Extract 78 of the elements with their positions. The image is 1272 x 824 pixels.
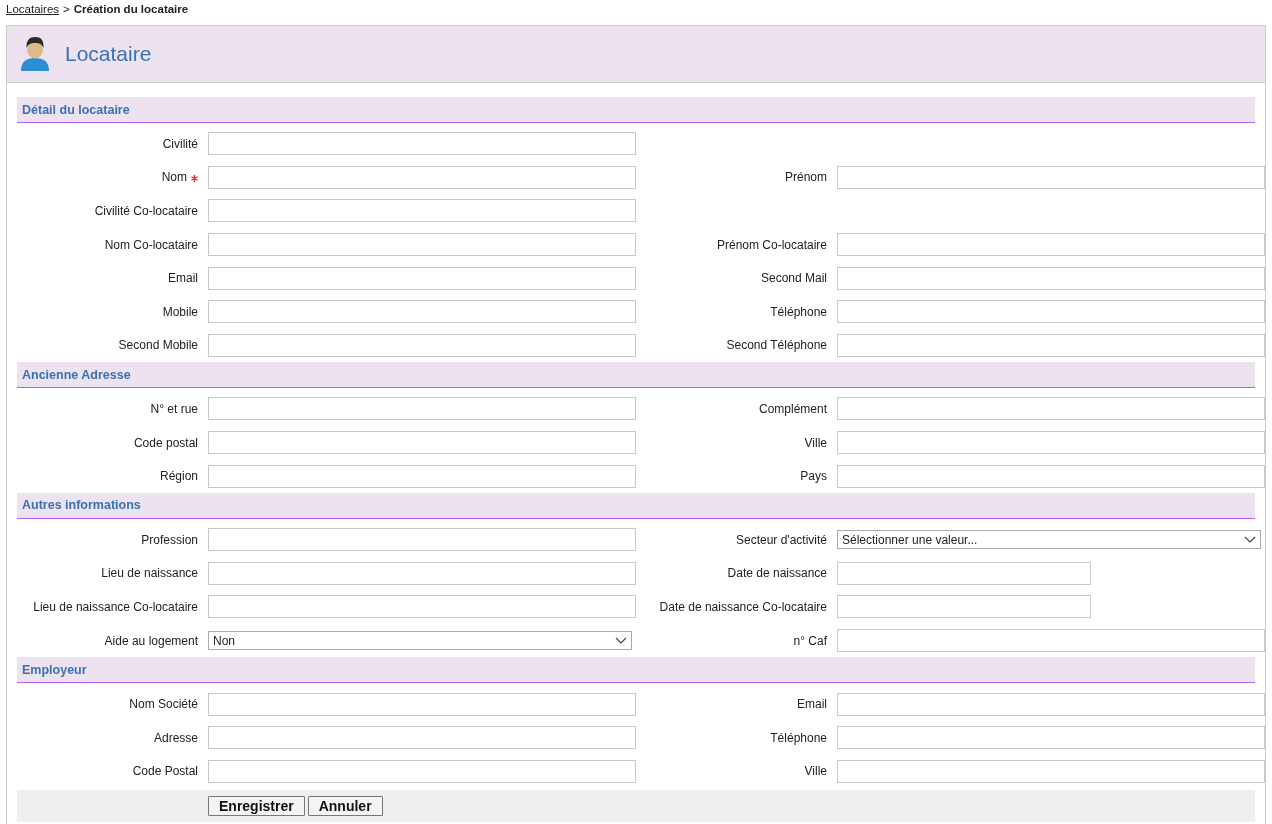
field-label: Adresse [153,730,198,745]
input-field[interactable] [208,759,636,783]
field-label: Complément [758,401,827,416]
input-field[interactable] [208,464,636,488]
input-field[interactable] [837,165,1265,189]
input-field[interactable] [837,759,1265,783]
input-field[interactable] [208,692,636,716]
input-field[interactable] [837,431,1265,455]
user-avatar-icon [19,36,51,72]
breadcrumb-separator: > [63,3,70,15]
input-field[interactable] [837,300,1265,324]
field-label: Prénom [784,170,827,185]
page-title: Locataire [65,42,152,66]
chevron-down-icon [615,636,627,645]
field-label: Civilité Co-locataire [94,204,198,218]
breadcrumb-link[interactable]: Locataires [6,3,60,15]
field-label: Second Mail [760,271,827,286]
input-field[interactable] [208,561,636,585]
field-label: Lieu de naissance Co-locataire [33,599,198,614]
field-label: Mobile [162,304,198,319]
input-field[interactable] [208,199,636,223]
field-label: n° Caf [793,633,827,648]
input-field[interactable] [208,233,636,257]
section-title: Autres informations [22,498,141,513]
field-label: Prénom Co-locataire [716,237,827,252]
input-field[interactable] [837,629,1265,652]
input-field[interactable] [837,233,1265,257]
field-label: Code postal [133,435,198,450]
input-field[interactable] [208,726,636,750]
input-field[interactable] [208,132,636,156]
field-label: Secteur d'activité [736,532,827,547]
input-field[interactable] [208,595,636,619]
field-label: Lieu de naissance [101,566,198,581]
date-input-field[interactable] [837,595,1091,619]
field-label: Nom Co-locataire [104,237,198,252]
section-title: Détail du locataire [22,102,130,117]
required-asterisk-icon [191,174,198,182]
input-field[interactable] [208,528,636,552]
section-title: Ancienne Adresse [22,367,131,382]
field-label: Code Postal [132,764,198,779]
input-field[interactable] [208,266,636,290]
field-label: Email [168,271,198,286]
input-field[interactable] [837,464,1265,488]
dropdown[interactable]: Non [208,631,632,650]
field-label: Profession [141,532,198,547]
field-label: Ville [804,764,827,779]
dropdown[interactable]: Sélectionner une valeur... [837,530,1261,550]
field-label: Civilité [162,136,198,151]
breadcrumb-current: Création du locataire [73,3,189,15]
input-field[interactable] [208,333,636,357]
input-field[interactable] [208,397,636,421]
field-label: Date de naissance [727,566,827,581]
input-field[interactable] [837,333,1265,357]
input-field[interactable] [837,692,1265,716]
input-field[interactable] [208,165,636,189]
field-label: Second Téléphone [726,338,827,353]
field-label: Téléphone [770,730,827,745]
section-title: Employeur [22,662,87,677]
input-field[interactable] [837,397,1265,421]
date-input-field[interactable] [837,561,1091,585]
chevron-down-icon [1244,535,1256,544]
save-button[interactable]: Enregistrer [208,796,305,817]
field-label: Ville [804,435,827,450]
input-field[interactable] [837,726,1265,750]
input-field[interactable] [837,266,1265,290]
field-label: Région [159,469,198,484]
cancel-button[interactable]: Annuler [307,796,383,817]
field-label: Nom [161,170,198,185]
field-label: Téléphone [770,304,827,319]
field-label: Pays [800,469,827,484]
input-field[interactable] [208,300,636,324]
field-label: Second Mobile [118,338,198,353]
field-label: Date de naissance Co-locataire [659,599,827,614]
field-label: N° et rue [150,401,198,416]
field-label: Email [797,697,827,712]
field-label: Aide au logement [104,633,198,648]
input-field[interactable] [208,431,636,455]
field-label: Nom Société [129,697,198,712]
